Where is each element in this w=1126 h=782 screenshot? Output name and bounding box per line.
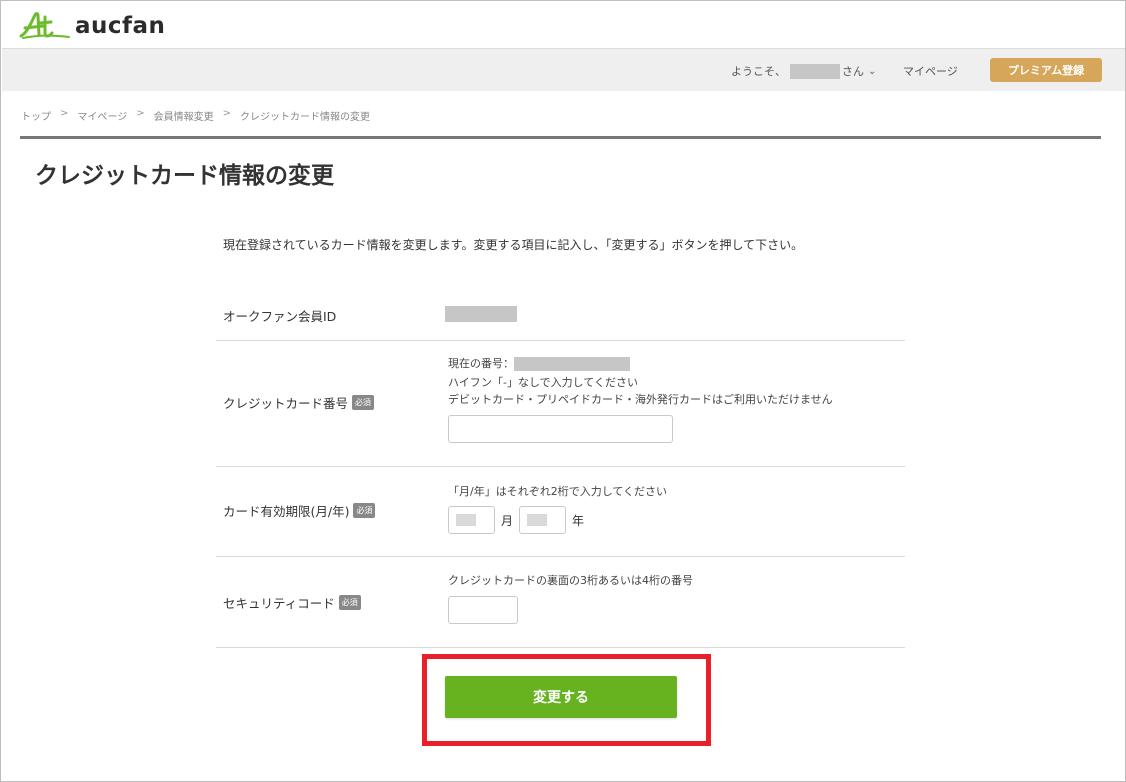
month-unit: 月 [501,514,514,528]
chevron-down-icon: ⌄ [868,65,877,77]
breadcrumb-top[interactable]: トップ [21,108,51,123]
breadcrumb-member-info[interactable]: 会員情報変更 [154,108,214,123]
logo-text: aucfan [75,13,166,39]
welcome-suffix: さん [842,65,864,78]
card-number-note-hyphen: ハイフン「-」なしで入力してください [448,376,638,389]
expiry-label: カード有効期限(月/年) 必須 [223,501,376,520]
aucfan-logo-icon [19,12,70,39]
masked-username [790,63,840,79]
card-number-label: クレジットカード番号 必須 [223,393,375,412]
member-id-label-text: オークファン会員ID [223,309,337,324]
expiry-year-input[interactable] [519,506,566,534]
header-bar: ようこそ、 さん ⌄ マイページ プレミアム登録 [2,48,1125,91]
required-badge: 必須 [352,395,375,410]
year-unit: 年 [572,514,585,528]
page-frame: aucfan ようこそ、 さん ⌄ マイページ プレミアム登録 トップ > マイ… [0,0,1126,782]
title-divider [20,136,1101,139]
masked-year-value [527,514,547,526]
card-number-note-debit: デビットカード・プリペイドカード・海外発行カードはご利用いただけません [448,393,833,406]
masked-member-id [445,306,517,322]
intro-text: 現在登録されているカード情報を変更します。変更する項目に記入し、「変更する」ボタ… [223,238,804,252]
submit-change-button[interactable]: 変更する [445,676,677,718]
premium-register-button[interactable]: プレミアム登録 [990,58,1102,82]
page-title: クレジットカード情報の変更 [35,163,334,189]
required-badge: 必須 [338,595,361,610]
security-code-label: セキュリティコード 必須 [223,593,361,612]
masked-month-value [456,514,476,526]
security-code-note: クレジットカードの裏面の3桁あるいは4桁の番号 [448,574,693,587]
breadcrumb-mypage[interactable]: マイページ [77,108,127,123]
breadcrumb-current: クレジットカード情報の変更 [239,112,370,123]
breadcrumb-separator: > [136,108,145,119]
security-code-input[interactable] [448,596,518,624]
current-card-number: 現在の番号： [448,355,630,371]
security-code-label-text: セキュリティコード [223,596,335,611]
user-menu[interactable]: ようこそ、 さん ⌄ [731,63,876,79]
expiry-note: 「月/年」はそれぞれ2桁で入力してください [448,485,668,498]
row-divider [216,556,905,557]
mypage-link[interactable]: マイページ [903,63,958,79]
expiry-month-input[interactable] [448,506,495,534]
card-number-label-text: クレジットカード番号 [223,396,349,411]
welcome-prefix: ようこそ、 [731,65,786,78]
current-number-prefix: 現在の番号： [448,357,514,370]
masked-current-number [514,357,630,371]
row-divider [216,466,905,467]
breadcrumb: トップ > マイページ > 会員情報変更 > クレジットカード情報の変更 [21,108,370,123]
breadcrumb-separator: > [60,108,69,119]
row-divider [216,340,905,341]
required-badge: 必須 [353,503,376,518]
breadcrumb-separator: > [222,108,231,119]
member-id-label: オークファン会員ID [223,306,336,325]
card-number-input[interactable] [448,415,673,443]
expiry-label-text: カード有効期限(月/年) [223,504,350,519]
aucfan-logo[interactable]: aucfan [19,9,165,43]
row-divider [216,647,905,648]
